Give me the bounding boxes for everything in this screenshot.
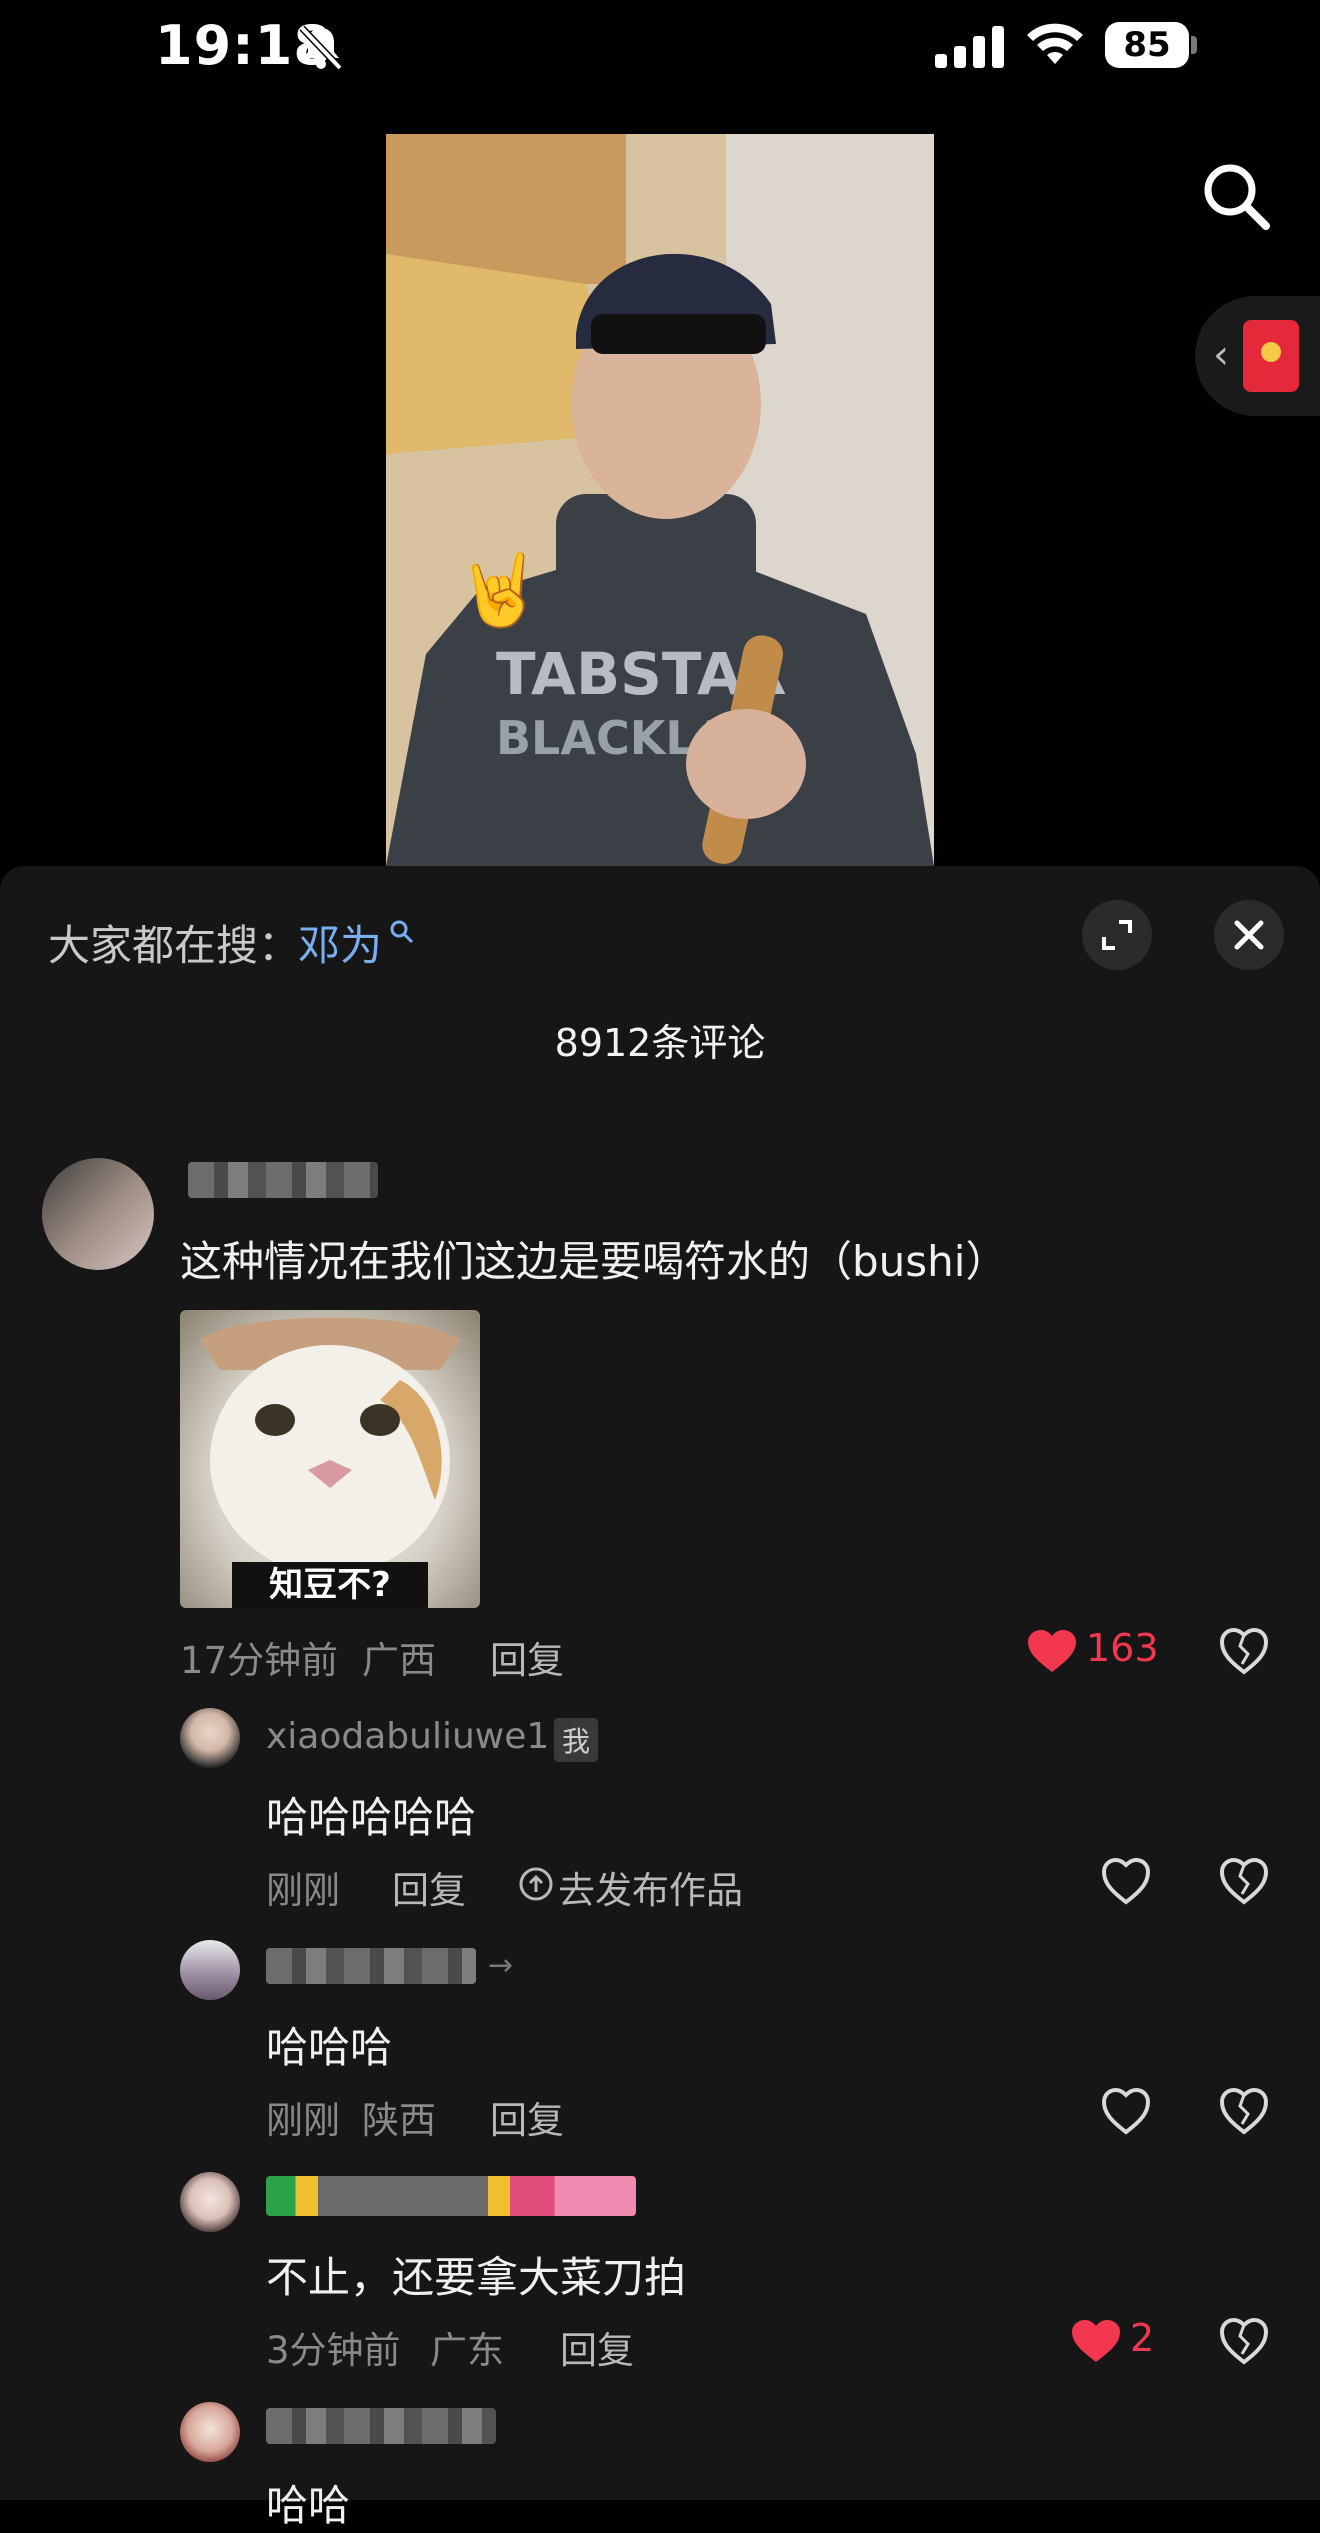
reply-button[interactable]: 回复	[560, 2320, 634, 2374]
username-blurred[interactable]	[266, 1948, 476, 1984]
close-button[interactable]	[1214, 900, 1284, 970]
reply-username[interactable]: xiaodabuliuwe1	[266, 1716, 549, 1757]
close-icon	[1234, 920, 1264, 950]
avatar[interactable]	[42, 1158, 154, 1270]
comment-text: 哈哈哈哈哈	[266, 1793, 477, 1842]
comment-time: 刚刚	[266, 1869, 340, 1912]
red-envelope-tab[interactable]: ‹	[1195, 296, 1320, 416]
upload-circle-icon	[519, 1867, 553, 1901]
self-badge: 我	[554, 1718, 599, 1762]
heart-filled-icon	[1072, 2320, 1120, 2362]
comment-time: 刚刚	[266, 2099, 340, 2142]
wifi-icon	[1027, 23, 1083, 64]
expand-button[interactable]	[1082, 900, 1152, 970]
heart-outline-icon[interactable]	[1100, 1856, 1152, 1908]
expand-icon	[1102, 920, 1132, 950]
comment-location: 广东	[430, 2329, 504, 2372]
like-count: 163	[1086, 1626, 1159, 1670]
battery-icon: 85	[1105, 22, 1197, 68]
comment-text: 哈哈	[266, 2481, 351, 2530]
svg-text:🤘: 🤘	[456, 548, 543, 632]
username-blurred[interactable]	[188, 1162, 378, 1198]
avatar[interactable]	[180, 2402, 240, 2462]
heart-filled-icon	[1028, 1630, 1076, 1672]
publish-work-label: 去发布作品	[558, 1869, 743, 1912]
comment-location: 广西	[362, 1639, 436, 1682]
comment-text: 不止，还要拿大菜刀拍	[266, 2253, 687, 2302]
comment-text: 这种情况在我们这边是要喝符水的（bushi）	[180, 1237, 1008, 1286]
battery-level: 85	[1123, 25, 1171, 65]
dislike-icon[interactable]	[1218, 2316, 1270, 2368]
dislike-icon[interactable]	[1218, 1626, 1270, 1678]
reply-button[interactable]: 回复	[490, 2090, 564, 2144]
like-button[interactable]: 163	[1028, 1624, 1168, 1680]
username-blurred[interactable]	[266, 2176, 636, 2216]
video-frame: TABSTAR BLACKLAB 🤘	[386, 134, 934, 866]
heart-outline-icon[interactable]	[1100, 2086, 1152, 2138]
comment-time: 17分钟前	[180, 1639, 339, 1682]
dislike-icon[interactable]	[1218, 1856, 1270, 1908]
like-button[interactable]: 2	[1072, 2314, 1172, 2370]
comment-sticker-image[interactable]: 知豆不?	[180, 1310, 480, 1608]
sticker-caption: 知豆不?	[232, 1562, 428, 1608]
avatar[interactable]	[180, 1708, 240, 1768]
comment-count-title: 8912条评论	[554, 1021, 766, 1065]
chevron-left-icon: ‹	[1213, 332, 1229, 378]
cellular-signal-icon	[935, 26, 1004, 68]
trending-label: 大家都在搜：	[48, 921, 301, 970]
reply-arrow-icon: →	[488, 1948, 514, 1983]
dislike-icon[interactable]	[1218, 2086, 1270, 2138]
avatar[interactable]	[180, 1940, 240, 2000]
username-blurred[interactable]	[266, 2408, 496, 2444]
red-envelope-icon	[1243, 320, 1299, 392]
comment-time: 3分钟前	[266, 2329, 401, 2372]
trending-search-link[interactable]: 邓为	[298, 912, 382, 973]
comment-location: 陕西	[362, 2099, 436, 2142]
avatar[interactable]	[180, 2172, 240, 2232]
reply-button[interactable]: 回复	[392, 1860, 466, 1914]
search-icon[interactable]	[1200, 160, 1272, 232]
bell-muted-icon	[299, 25, 343, 71]
video-player[interactable]: TABSTAR BLACKLAB 🤘	[386, 134, 934, 866]
reply-button[interactable]: 回复	[490, 1630, 564, 1684]
like-count: 2	[1130, 2316, 1155, 2360]
search-icon	[390, 920, 414, 944]
comment-text: 哈哈哈	[266, 2023, 393, 2072]
